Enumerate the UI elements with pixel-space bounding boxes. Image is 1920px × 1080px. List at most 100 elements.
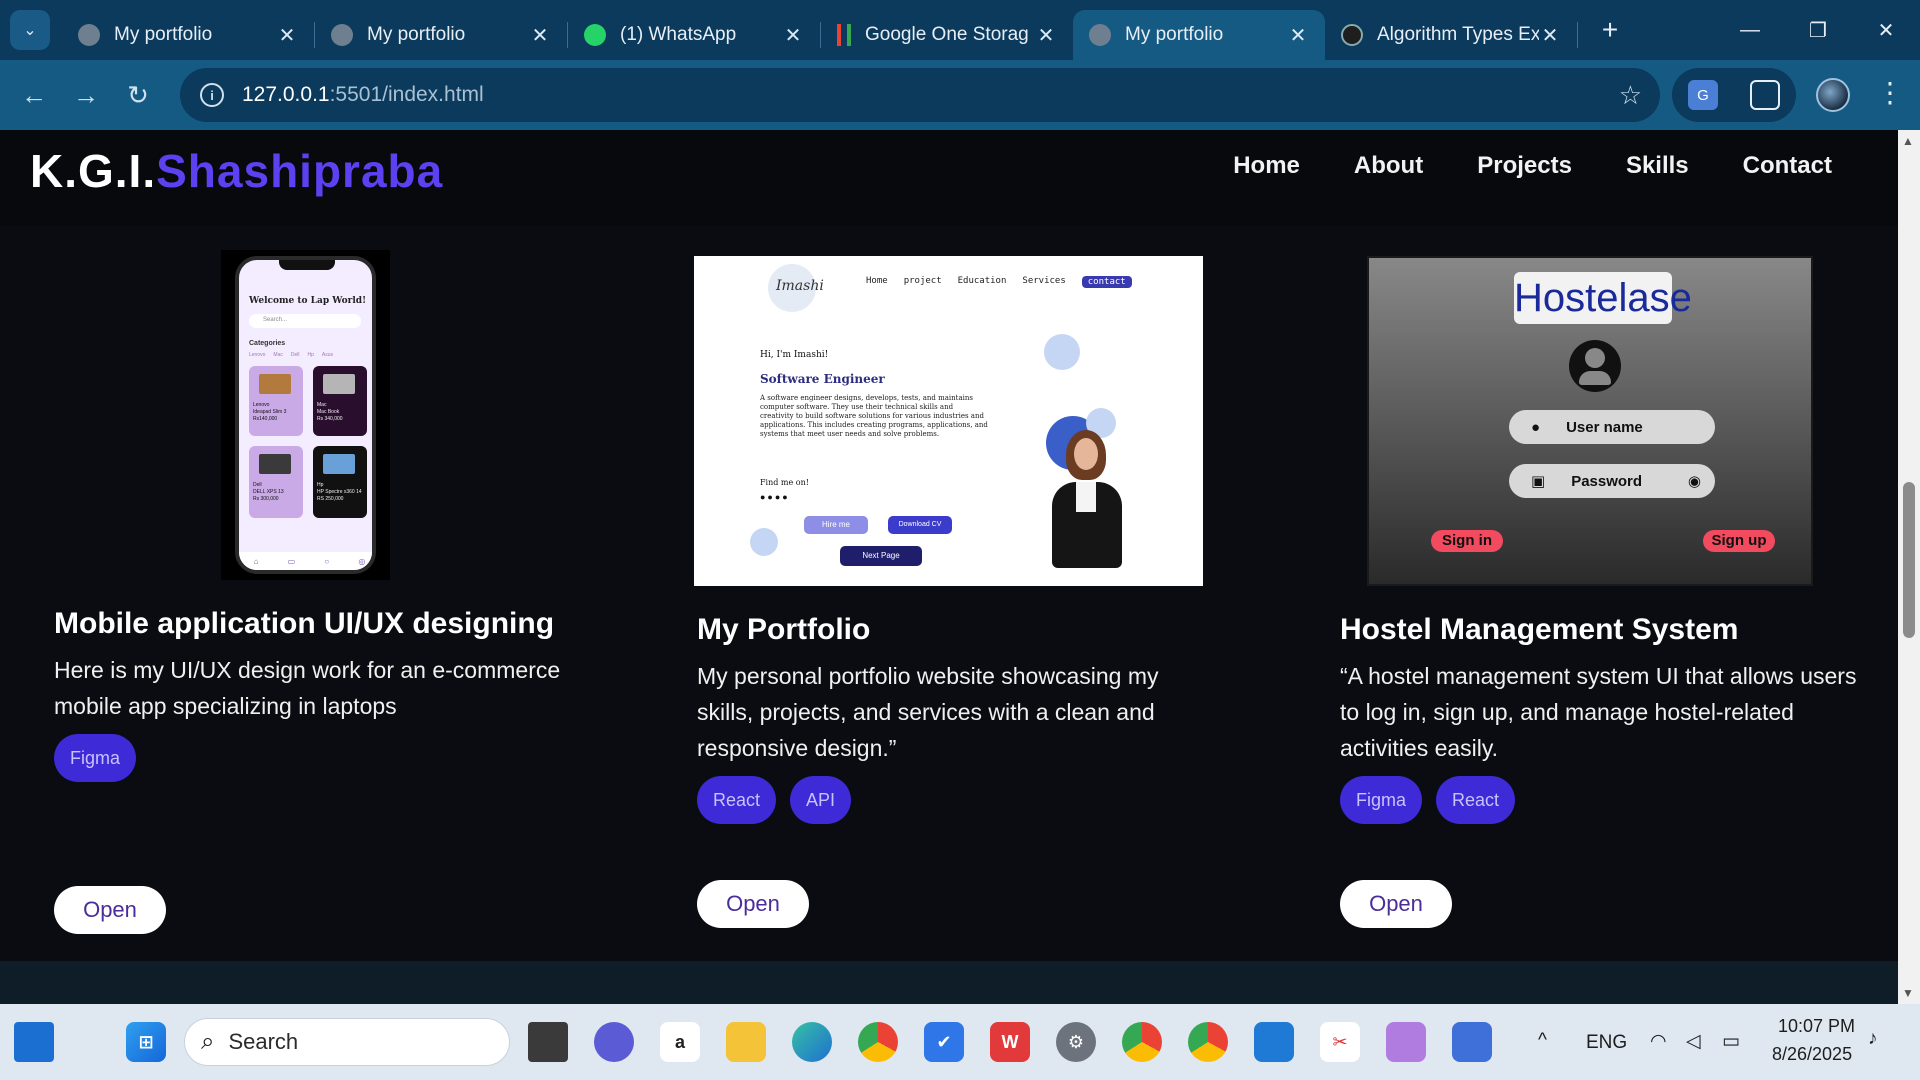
mock-model: DELL XPS 13 — [253, 489, 284, 495]
mountain-app-icon[interactable] — [1452, 1022, 1492, 1062]
tab-title: (1) WhatsApp — [620, 24, 737, 45]
google-one-icon — [837, 24, 851, 46]
mock-person-photo — [1044, 424, 1130, 574]
phone-screen: Welcome to Lap World! Search... Categori… — [235, 256, 376, 574]
shirt-shape — [1076, 482, 1096, 512]
volume-icon[interactable]: ◁ — [1686, 1030, 1701, 1053]
address-bar[interactable]: i 127.0.0.1:5501/index.html ☆ — [180, 68, 1660, 122]
tab-search-button[interactable]: ⌄ — [10, 10, 50, 50]
minimize-icon[interactable]: — — [1716, 0, 1784, 60]
openai-icon — [1341, 24, 1363, 46]
close-window-icon[interactable]: ✕ — [1852, 0, 1920, 60]
site-header: K.G.I.Shashipraba Home About Projects Sk… — [0, 130, 1898, 226]
chrome-profile-k-icon[interactable] — [1188, 1022, 1228, 1062]
project-image-hostel: Hostelase ● User name ▣ Password ◉ Sign in … — [1367, 256, 1813, 586]
scroll-down-arrow-icon[interactable]: ▼ — [1902, 986, 1914, 1000]
file-explorer-icon[interactable] — [726, 1022, 766, 1062]
mock-model: Ideapad Slim 3 — [253, 409, 287, 415]
browser-tab[interactable]: My portfolio ✕ — [62, 10, 314, 60]
bookmark-star-icon[interactable]: ☆ — [1619, 80, 1642, 111]
reload-icon[interactable]: ↻ — [112, 69, 164, 121]
mock-price: Rs 300,000 — [253, 496, 279, 502]
nav-skills[interactable]: Skills — [1626, 152, 1689, 180]
nav-contact[interactable]: Contact — [1743, 152, 1832, 180]
browser-tab[interactable]: My portfolio ✕ — [315, 10, 567, 60]
mock-brand: Hp — [317, 482, 324, 488]
profile-avatar[interactable] — [1816, 78, 1850, 112]
taskbar-search[interactable]: ⌕ Search — [184, 1018, 510, 1066]
close-icon[interactable]: ✕ — [276, 23, 298, 48]
mock-blurb: A software engineer designs, develops, t… — [760, 394, 988, 438]
wps-office-icon[interactable]: W — [990, 1022, 1030, 1062]
task-view-icon[interactable] — [528, 1022, 568, 1062]
site-info-icon[interactable]: i — [200, 83, 224, 107]
project-card: Hostel Management System “A hostel manag… — [1340, 606, 1860, 824]
language-indicator[interactable]: ENG — [1586, 1032, 1627, 1054]
open-project-button[interactable]: Open — [1340, 880, 1452, 928]
tag-figma: Figma — [1340, 776, 1423, 824]
globe-icon — [1089, 24, 1111, 46]
browser-tab[interactable]: (1) WhatsApp ✕ — [568, 10, 820, 60]
page-scrollbar[interactable]: ▲ ▼ — [1898, 130, 1920, 1004]
open-project-button[interactable]: Open — [697, 880, 809, 928]
tab-strip: ⌄ My portfolio ✕ My portfolio ✕ (1) What… — [0, 0, 1920, 60]
tag-react: React — [697, 776, 777, 824]
clock-time[interactable]: 10:07 PM — [1778, 1016, 1855, 1037]
next-section-edge — [0, 961, 1898, 1004]
settings-gear-icon[interactable]: ⚙ — [1056, 1022, 1096, 1062]
mock-categories-label: Categories — [249, 340, 286, 347]
close-icon[interactable]: ✕ — [529, 23, 551, 48]
nav-about[interactable]: About — [1354, 152, 1423, 180]
todo-check-icon[interactable]: ✔ — [924, 1022, 964, 1062]
close-icon[interactable]: ✕ — [782, 23, 804, 48]
forward-icon[interactable]: → — [60, 69, 112, 121]
vscode-icon[interactable] — [1254, 1022, 1294, 1062]
show-hidden-icons-icon[interactable]: ^ — [1538, 1030, 1547, 1052]
windows-start-icon[interactable]: ⊞ — [126, 1022, 166, 1062]
mock-cv-button: Download CV — [888, 516, 952, 534]
open-project-button[interactable]: Open — [54, 886, 166, 934]
edge-browser-icon[interactable] — [792, 1022, 832, 1062]
more-menu-icon[interactable]: ⋮ — [1876, 76, 1904, 109]
photos-icon[interactable] — [1386, 1022, 1426, 1062]
project-title: Hostel Management System — [1340, 613, 1739, 646]
battery-icon[interactable]: ▭ — [1722, 1030, 1740, 1053]
mock-brand: Dell — [253, 482, 262, 488]
teams-chat-icon[interactable] — [594, 1022, 634, 1062]
snipping-tool-icon[interactable]: ✂ — [1320, 1022, 1360, 1062]
close-icon[interactable]: ✕ — [1539, 23, 1561, 48]
mock-role: Software Engineer — [760, 372, 885, 386]
new-tab-button[interactable]: + — [1590, 14, 1630, 46]
mock-next-button: Next Page — [840, 546, 922, 566]
nav-projects[interactable]: Projects — [1477, 152, 1572, 180]
close-icon[interactable]: ✕ — [1035, 23, 1057, 48]
project-description: “A hostel management system UI that allo… — [1340, 663, 1857, 761]
nav-home[interactable]: Home — [1233, 152, 1300, 180]
widgets-icon[interactable] — [14, 1022, 54, 1062]
scrollbar-thumb[interactable] — [1903, 482, 1915, 638]
mock-brand: Lenovo — [253, 402, 270, 408]
project-description: My personal portfolio website showcasing… — [697, 663, 1159, 761]
mock-greeting: Hi, I'm Imashi! — [760, 350, 829, 360]
chrome-icon[interactable] — [858, 1022, 898, 1062]
restore-icon[interactable]: ❐ — [1784, 0, 1852, 60]
amazon-icon[interactable]: a — [660, 1022, 700, 1062]
browser-tab-active[interactable]: My portfolio ✕ — [1073, 10, 1325, 60]
mock-model: Mac Book — [317, 409, 340, 415]
browser-tab[interactable]: Google One Storag ✕ — [821, 10, 1073, 60]
browser-tab[interactable]: Algorithm Types Ex ✕ — [1325, 10, 1577, 60]
site-logo[interactable]: K.G.I.Shashipraba — [30, 144, 443, 198]
project-image-portfolio: Imashi Home project Education Services conta… — [694, 256, 1203, 586]
chrome-profile-icon[interactable] — [1122, 1022, 1162, 1062]
wifi-icon[interactable]: ◠ — [1650, 1030, 1667, 1053]
tab-divider — [1577, 22, 1578, 48]
clock-date[interactable]: 8/26/2025 — [1772, 1044, 1852, 1065]
close-icon[interactable]: ✕ — [1287, 23, 1309, 48]
extensions-puzzle-icon[interactable] — [1750, 80, 1780, 110]
notification-bell-icon[interactable]: ♪ — [1868, 1028, 1878, 1050]
scroll-up-arrow-icon[interactable]: ▲ — [1902, 134, 1914, 148]
mock-logo: Imashi — [776, 278, 824, 294]
translate-icon[interactable]: G — [1688, 80, 1718, 110]
mock-category: Dell — [290, 352, 300, 358]
back-icon[interactable]: ← — [8, 69, 60, 121]
